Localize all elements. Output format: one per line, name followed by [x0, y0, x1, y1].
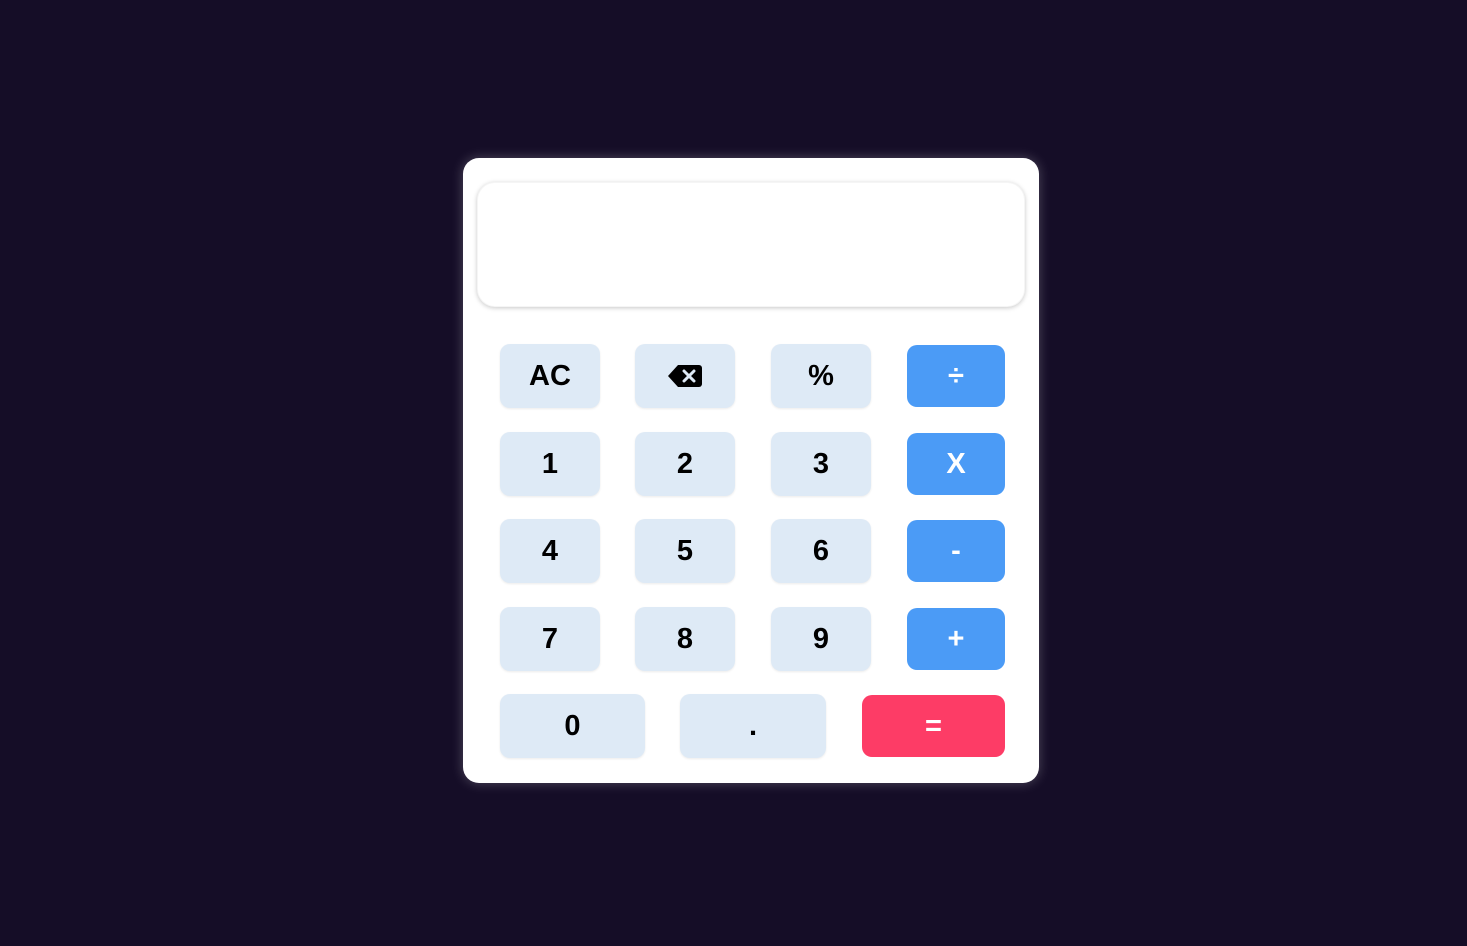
- digit-5-label: 5: [676, 534, 694, 567]
- multiply-button[interactable]: X: [907, 433, 1005, 495]
- backspace-button[interactable]: [635, 344, 735, 408]
- percent-button-label: %: [808, 359, 834, 392]
- digit-7-button[interactable]: 7: [500, 607, 600, 671]
- multiply-button-label: X: [946, 447, 966, 480]
- digit-4-button[interactable]: 4: [500, 519, 600, 583]
- subtract-button[interactable]: -: [907, 520, 1005, 582]
- backspace-icon: [668, 365, 702, 387]
- equals-button[interactable]: =: [862, 695, 1005, 757]
- digit-5-button[interactable]: 5: [635, 519, 735, 583]
- percent-button[interactable]: %: [771, 344, 871, 408]
- digit-6-button[interactable]: 6: [771, 519, 871, 583]
- add-button[interactable]: +: [907, 608, 1005, 670]
- decimal-button-label: .: [748, 709, 758, 742]
- digit-1-label: 1: [541, 447, 559, 480]
- subtract-button-label: -: [951, 534, 961, 567]
- digit-7-label: 7: [541, 622, 559, 655]
- calculator: AC % ÷ 1 2 3 X 4 5 6 - 7 8 9 + 0 . =: [463, 158, 1039, 783]
- digit-0-label: 0: [564, 709, 581, 742]
- digit-8-label: 8: [676, 622, 694, 655]
- digit-9-label: 9: [812, 622, 830, 655]
- calculator-display: [477, 182, 1025, 307]
- clear-button-label: AC: [529, 359, 571, 392]
- digit-3-label: 3: [812, 447, 830, 480]
- digit-2-button[interactable]: 2: [635, 432, 735, 496]
- add-button-label: +: [947, 622, 965, 655]
- clear-button[interactable]: AC: [500, 344, 600, 408]
- divide-button-label: ÷: [948, 359, 964, 392]
- digit-3-button[interactable]: 3: [771, 432, 871, 496]
- digit-0-button[interactable]: 0: [500, 694, 645, 758]
- digit-4-label: 4: [541, 534, 559, 567]
- decimal-button[interactable]: .: [680, 694, 826, 758]
- digit-8-button[interactable]: 8: [635, 607, 735, 671]
- divide-button[interactable]: ÷: [907, 345, 1005, 407]
- equals-button-label: =: [925, 709, 942, 742]
- digit-1-button[interactable]: 1: [500, 432, 600, 496]
- digit-9-button[interactable]: 9: [771, 607, 871, 671]
- digit-6-label: 6: [812, 534, 830, 567]
- digit-2-label: 2: [676, 447, 694, 480]
